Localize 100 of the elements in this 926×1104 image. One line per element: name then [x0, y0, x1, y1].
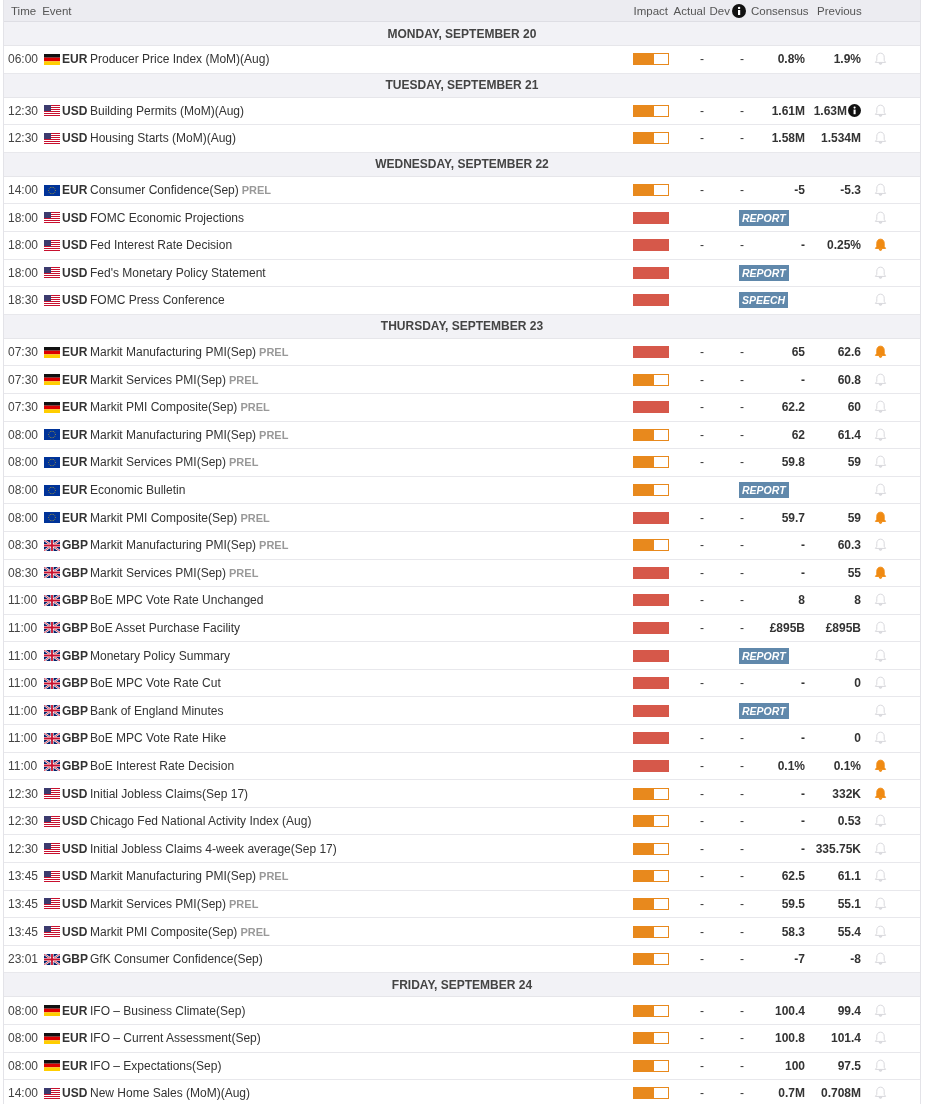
bell-icon[interactable]	[873, 183, 887, 198]
event-name[interactable]: Markit Services PMI(Sep)	[90, 896, 227, 911]
event-name[interactable]: Housing Starts (MoM)(Aug)	[90, 131, 237, 146]
bell-icon[interactable]	[873, 621, 887, 635]
actual-value: -	[699, 841, 705, 856]
bell-icon[interactable]	[873, 265, 887, 280]
event-name[interactable]: BoE MPC Vote Rate Hike	[90, 731, 227, 746]
event-name[interactable]: Markit Services PMI(Sep)	[90, 455, 227, 470]
event-name[interactable]: Producer Price Index (MoM)(Aug)	[90, 52, 270, 67]
info-icon[interactable]	[732, 3, 746, 18]
event-name[interactable]: Initial Jobless Claims(Sep 17)	[90, 786, 249, 801]
event-name[interactable]: Economic Bulletin	[90, 483, 186, 497]
currency-code: USD	[62, 131, 89, 146]
event-name[interactable]: Fed's Monetary Policy Statement	[90, 265, 266, 280]
bell-icon[interactable]	[873, 786, 887, 801]
bell-icon[interactable]	[873, 455, 887, 470]
currency-code: USD	[62, 814, 89, 829]
bell-icon[interactable]	[873, 427, 887, 442]
event-name[interactable]: Markit Manufacturing PMI(Sep)	[90, 869, 257, 884]
impact-meter	[633, 704, 669, 717]
actual-value: -	[699, 814, 705, 829]
actual-value: -	[699, 676, 705, 691]
event-name[interactable]: Markit PMI Composite(Sep)	[90, 924, 238, 939]
impact-meter	[633, 925, 669, 938]
event-name[interactable]: IFO – Expectations(Sep)	[90, 1058, 222, 1073]
bell-icon[interactable]	[873, 758, 887, 773]
consensus-value: -	[800, 238, 805, 253]
bell-icon[interactable]	[873, 1058, 887, 1073]
bell-icon[interactable]	[873, 841, 887, 856]
event-name[interactable]: BoE Asset Purchase Facility	[90, 621, 241, 635]
uk-flag-icon	[44, 732, 60, 744]
bell-icon[interactable]	[873, 896, 887, 911]
event-name[interactable]: Markit Manufacturing PMI(Sep)	[90, 345, 257, 360]
previous-value: 0.708M	[820, 1086, 861, 1101]
bell-icon[interactable]	[873, 238, 887, 253]
event-name[interactable]: IFO – Business Climate(Sep)	[90, 1003, 246, 1018]
previous-value: 0	[854, 731, 861, 746]
bell-icon[interactable]	[873, 731, 887, 746]
bell-icon[interactable]	[873, 103, 887, 118]
event-name[interactable]: BoE MPC Vote Rate Cut	[90, 676, 221, 691]
info-icon[interactable]	[848, 104, 861, 118]
event-name[interactable]: GfK Consumer Confidence(Sep)	[90, 952, 263, 967]
bell-icon[interactable]	[873, 703, 887, 718]
bell-icon[interactable]	[873, 1086, 887, 1101]
bell-icon[interactable]	[873, 293, 887, 308]
bell-icon[interactable]	[873, 952, 887, 967]
bell-icon[interactable]	[873, 814, 887, 829]
deviation-value: -	[739, 455, 745, 470]
deviation-value: -	[739, 538, 745, 553]
bell-icon[interactable]	[873, 510, 887, 525]
consensus-value: -	[800, 841, 805, 856]
bell-icon[interactable]	[873, 345, 887, 360]
bell-icon[interactable]	[873, 52, 887, 67]
deviation-value: -	[739, 1003, 745, 1018]
event-name[interactable]: Monetary Policy Summary	[90, 648, 231, 663]
event-name[interactable]: IFO – Current Assessment(Sep)	[90, 1031, 261, 1046]
consensus-value: 8	[797, 593, 805, 608]
event-name[interactable]: Chicago Fed National Activity Index (Aug)	[90, 814, 312, 829]
preliminary-label: PREL	[259, 428, 289, 441]
bell-icon[interactable]	[873, 372, 887, 387]
event-time: 08:30	[8, 538, 40, 553]
bell-icon[interactable]	[873, 538, 887, 553]
event-name[interactable]: Markit Services PMI(Sep)	[90, 372, 227, 387]
impact-meter	[633, 649, 669, 662]
impact-meter	[633, 132, 669, 145]
bell-icon[interactable]	[873, 676, 887, 691]
bell-icon[interactable]	[873, 648, 887, 663]
bell-icon[interactable]	[873, 924, 887, 939]
bell-icon[interactable]	[873, 210, 887, 225]
event-name[interactable]: Markit PMI Composite(Sep)	[90, 400, 238, 415]
bell-icon[interactable]	[873, 483, 887, 497]
event-name[interactable]: BoE MPC Vote Rate Unchanged	[90, 593, 264, 608]
release-tag: REPORT	[739, 264, 789, 281]
event-name[interactable]: Consumer Confidence(Sep)	[90, 183, 239, 198]
bell-icon[interactable]	[873, 400, 887, 415]
bell-icon[interactable]	[873, 1031, 887, 1046]
bell-icon[interactable]	[873, 869, 887, 884]
event-time: 14:00	[8, 183, 40, 198]
consensus-value: 0.8%	[776, 52, 805, 67]
event-name[interactable]: Markit PMI Composite(Sep)	[90, 510, 238, 525]
event-name[interactable]: Bank of England Minutes	[90, 703, 224, 718]
event-name[interactable]: Building Permits (MoM)(Aug)	[90, 103, 245, 118]
event-name[interactable]: Fed Interest Rate Decision	[90, 238, 233, 253]
bell-icon[interactable]	[873, 593, 887, 608]
event-name[interactable]: Markit Services PMI(Sep)	[90, 565, 227, 580]
uk-flag-icon	[44, 760, 60, 772]
currency-code: USD	[62, 103, 89, 118]
event-name[interactable]: Initial Jobless Claims 4-week average(Sep 17)	[90, 841, 337, 856]
event-name[interactable]: FOMC Press Conference	[90, 293, 225, 308]
bell-icon[interactable]	[873, 131, 887, 146]
uk-flag-icon	[44, 953, 60, 965]
event-name[interactable]: New Home Sales (MoM)(Aug)	[90, 1086, 251, 1101]
consensus-value: -	[800, 538, 805, 553]
event-name[interactable]: BoE Interest Rate Decision	[90, 758, 235, 773]
event-name[interactable]: Markit Manufacturing PMI(Sep)	[90, 538, 257, 553]
event-name[interactable]: FOMC Economic Projections	[90, 210, 245, 225]
event-name[interactable]: Markit Manufacturing PMI(Sep)	[90, 427, 257, 442]
germany-flag-icon	[44, 1060, 60, 1072]
bell-icon[interactable]	[873, 1003, 887, 1018]
bell-icon[interactable]	[873, 565, 887, 580]
